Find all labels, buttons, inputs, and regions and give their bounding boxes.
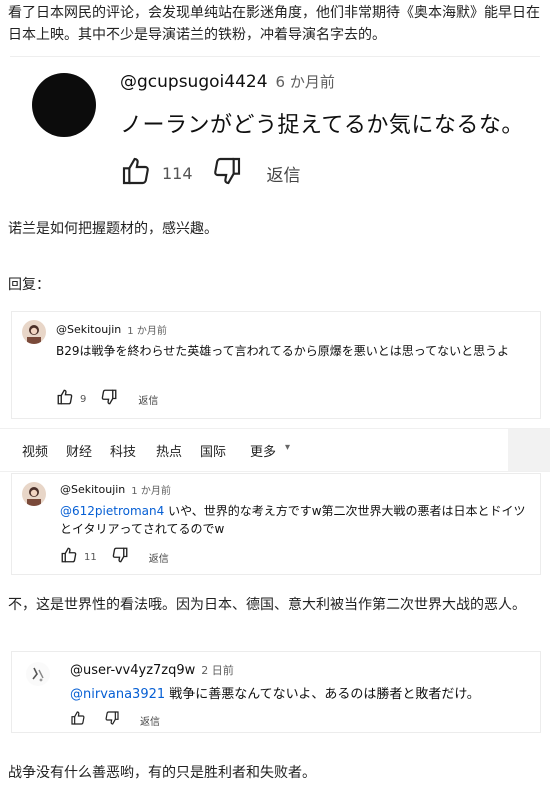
nav-side-panel [508, 429, 550, 471]
mention-link[interactable]: @612pietroman4 [60, 504, 164, 518]
intro-paragraph: 看了日本网民的评论，会发现单纯站在影迷角度，他们非常期待《奥本海默》能早日在日本… [8, 5, 540, 43]
thumb-down-icon[interactable] [104, 710, 120, 730]
chevron-down-icon[interactable]: ▾ [285, 442, 290, 453]
nav-item-finance[interactable]: 财经 [66, 441, 92, 460]
category-nav: 视频 财经 科技 热点 国际 更多 ▾ [0, 428, 550, 472]
comment-card-4: @user-vv4yz7zq9w 2 日前 @nirvana3921 戦争に善悪… [12, 652, 540, 732]
nav-item-more[interactable]: 更多 [250, 441, 276, 460]
nav-item-hot[interactable]: 热点 [156, 441, 182, 460]
thumb-up-icon[interactable] [70, 710, 86, 730]
comment-timestamp[interactable]: 6 か月前 [276, 71, 335, 92]
nav-item-tech[interactable]: 科技 [110, 441, 136, 460]
comment-username[interactable]: @Sekitoujin [60, 483, 125, 496]
caption-4: 战争没有什么善恶哟，有的只是胜利者和失败者。 [8, 765, 316, 781]
comment-username[interactable]: @Sekitoujin [56, 323, 121, 336]
thumb-up-icon[interactable] [56, 388, 74, 410]
comment-card-3: @Sekitoujin 1 か月前 @612pietroman4 いや、世界的な… [12, 474, 540, 574]
caption-3: 不，这是世界性的看法哦。因为日本、德国、意大利被当作第二次世界大战的恶人。 [8, 597, 526, 613]
nav-item-international[interactable]: 国际 [200, 441, 226, 460]
reply-button[interactable]: 返信 [267, 161, 301, 186]
thumb-down-icon[interactable] [111, 546, 129, 568]
like-count: 114 [162, 163, 193, 183]
comment-timestamp[interactable]: 1 か月前 [127, 322, 167, 337]
avatar[interactable] [32, 73, 96, 137]
thumb-down-icon[interactable] [100, 388, 118, 410]
like-count: 11 [84, 551, 97, 563]
comment-timestamp[interactable]: 2 日前 [201, 662, 234, 678]
thumb-up-icon[interactable] [60, 546, 78, 568]
comment-text: ノーランがどう捉えてるか気になるな。 [120, 113, 524, 138]
reply-button[interactable]: 返信 [138, 392, 158, 407]
comment-card-2: @Sekitoujin 1 か月前 B29は戦争を終わらせた英雄って言われてるか… [12, 312, 540, 418]
reply-heading: 回复： [8, 277, 50, 293]
thumb-up-icon[interactable] [120, 155, 152, 191]
comment-card-1: @gcupsugoi4424 6 か月前 ノーランがどう捉えてるか気になるな。 … [10, 56, 540, 207]
comment-text-block: @612pietroman4 いや、世界的な考え方ですw第二次世界大戦の悪者は日… [60, 502, 528, 538]
like-count: 9 [80, 393, 87, 405]
reply-button[interactable]: 返信 [149, 550, 169, 565]
mention-link[interactable]: @nirvana3921 [70, 687, 165, 702]
avatar[interactable] [26, 662, 50, 686]
caption-1: 诺兰是如何把握题材的，感兴趣。 [8, 221, 218, 237]
avatar[interactable] [22, 482, 46, 506]
thumb-down-icon[interactable] [211, 155, 243, 191]
avatar[interactable] [22, 320, 46, 344]
comment-username[interactable]: @user-vv4yz7zq9w [70, 663, 195, 678]
comment-text-block: @nirvana3921 戦争に善悪なんてないよ、あるのは勝者と敗者だけ。 [70, 686, 530, 704]
reply-button[interactable]: 返信 [140, 713, 160, 728]
comment-text: B29は戦争を終わらせた英雄って言われてるから原爆を悪いとは思ってないと思うよ [56, 344, 510, 358]
comment-text: 戦争に善悪なんてないよ、あるのは勝者と敗者だけ。 [165, 687, 480, 702]
comment-username[interactable]: @gcupsugoi4424 [120, 72, 268, 92]
comment-timestamp[interactable]: 1 か月前 [131, 482, 171, 497]
nav-item-video[interactable]: 视频 [22, 441, 48, 460]
